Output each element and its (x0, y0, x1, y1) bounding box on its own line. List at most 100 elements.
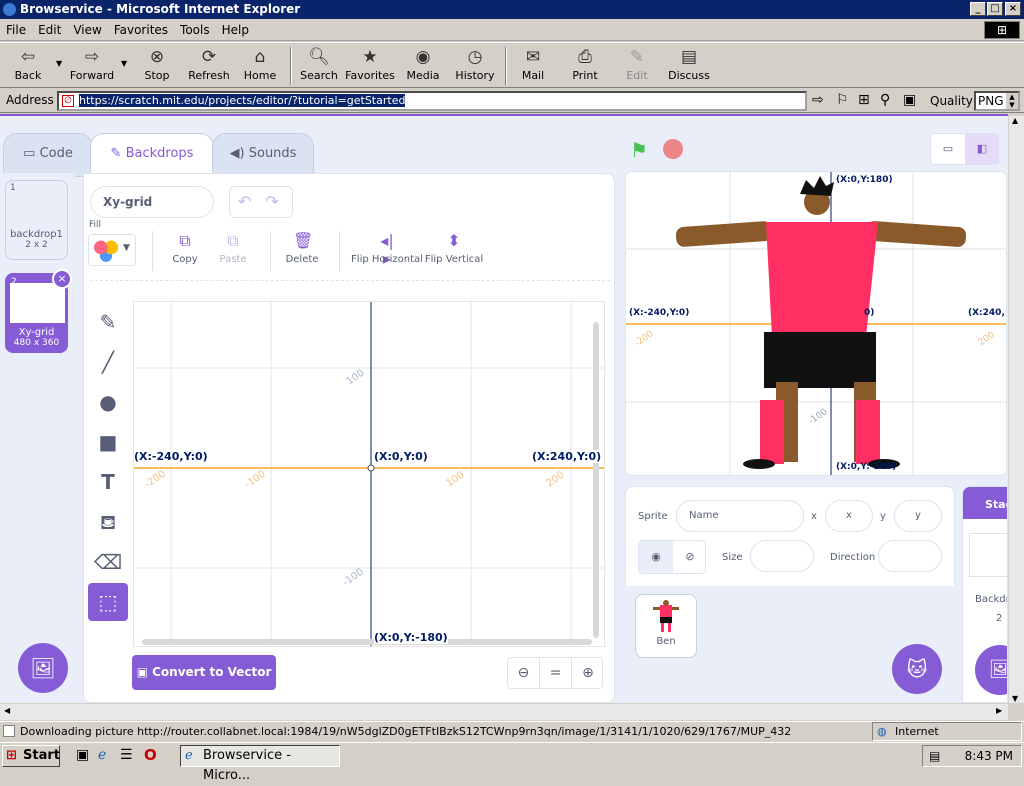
fill-tool[interactable]: ⛾ (88, 503, 128, 541)
edit-button[interactable]: ✎ Edit (611, 47, 663, 82)
menu-edit[interactable]: Edit (32, 19, 67, 41)
bookmark-icon[interactable]: ⚐ (836, 92, 849, 108)
costume-name-input[interactable]: Xy-grid (90, 186, 214, 218)
search-button[interactable]: 🔍︎ Search (293, 47, 345, 82)
quicklaunch-opera-icon[interactable]: O (144, 746, 157, 764)
ben-sprite-icon (653, 600, 679, 632)
backdrop-thumb-1[interactable]: 1 backdrop1 2 x 2 (5, 180, 68, 260)
green-flag-icon[interactable]: ⚑ (630, 138, 648, 162)
spin-icon[interactable]: ▲ ▼ (1006, 93, 1018, 109)
backdrop-thumb-2[interactable]: 2 Xy-grid 480 x 360 × (5, 269, 72, 353)
stage[interactable]: (X:0,Y:180) (X:-240,Y:0) 0) (X:240, (X:0… (625, 171, 1007, 476)
back-dropdown-icon[interactable]: ▼ (56, 59, 62, 68)
line-tool[interactable]: ╱ (88, 343, 128, 381)
find-icon[interactable]: ⚲ (880, 92, 890, 108)
maximize-button[interactable]: □ (987, 2, 1003, 16)
history-button[interactable]: ◷ History (449, 47, 501, 82)
eraser-tool[interactable]: ⌫ (88, 543, 128, 581)
delete-backdrop-icon[interactable]: × (52, 269, 72, 289)
redo-icon[interactable]: ↷ (251, 192, 278, 211)
print-button[interactable]: ⎙ Print (559, 47, 611, 82)
start-button[interactable]: ⊞ Start (2, 745, 60, 767)
paint-bucket-icon: ⛾ (99, 510, 117, 534)
sprite-name-input[interactable]: Name (676, 500, 804, 532)
home-button[interactable]: ⌂ Home (234, 47, 286, 82)
quicklaunch-desktop-icon[interactable]: ▣ (76, 747, 89, 763)
menu-file[interactable]: File (0, 19, 32, 41)
tab-sounds[interactable]: ◀) Sounds (212, 133, 314, 177)
direction-input[interactable] (878, 540, 942, 572)
tab-code[interactable]: ▭ Code (3, 133, 93, 177)
text-tool[interactable]: T (88, 463, 128, 501)
delete-button[interactable]: 🗑︎ Delete (272, 232, 332, 266)
choose-stage-backdrop-button[interactable]: 🖼︎ (975, 645, 1007, 695)
large-stage-icon[interactable]: ◧ (965, 134, 999, 164)
menu-favorites[interactable]: Favorites (108, 19, 174, 41)
stage-size-toggle: ▭ ◧ (930, 133, 999, 165)
paint-canvas[interactable]: (X:-240,Y:0) (X:0,Y:0) (X:240,Y:0) (X:0,… (133, 301, 605, 647)
close-button[interactable]: × (1005, 2, 1021, 16)
y-label: y (880, 511, 886, 522)
small-stage-icon[interactable]: ▭ (931, 134, 965, 164)
forward-button[interactable]: ⇨ Forward (66, 47, 118, 82)
tab-backdrops[interactable]: ✎ Backdrops (90, 133, 214, 177)
hide-eye-icon[interactable]: ⊘ (673, 541, 707, 573)
quicklaunch-explorer-icon[interactable]: ☰ (120, 747, 133, 763)
select-tool[interactable]: ⬚ (88, 583, 128, 621)
stage-selector[interactable]: Stag Backdr 2 🖼︎ (962, 486, 1008, 703)
choose-backdrop-button[interactable]: 🖼︎ (18, 643, 68, 693)
stop-button[interactable]: ⊗ Stop (131, 47, 183, 82)
choose-sprite-button[interactable]: 🐱︎ (892, 644, 942, 694)
paste-button[interactable]: ⧉ Paste (203, 232, 263, 266)
horizontal-scrollbar[interactable]: ◀ ▶ (0, 703, 1008, 720)
y-input[interactable]: y (894, 500, 942, 532)
rectangle-tool[interactable]: ■ (88, 423, 128, 461)
scroll-left-icon[interactable]: ◀ (4, 706, 10, 715)
forward-dropdown-icon[interactable]: ▼ (121, 59, 127, 68)
menu-view[interactable]: View (67, 19, 107, 41)
zoom-in-icon[interactable]: ⊕ (572, 658, 604, 688)
go-arrow-icon[interactable]: ⇨ (812, 92, 824, 108)
clipboard-icon[interactable]: ▣ (903, 92, 916, 108)
quicklaunch-ie-icon[interactable]: ℯ (98, 747, 106, 763)
ie-icon (3, 3, 16, 16)
scroll-down-icon[interactable]: ▼ (1012, 694, 1018, 703)
status-bar: Downloading picture http://router.collab… (0, 721, 1024, 741)
scroll-right-icon[interactable]: ▶ (996, 706, 1002, 715)
undo-icon[interactable]: ↶ (230, 192, 251, 211)
quality-select[interactable]: PNG ▲ ▼ (974, 91, 1020, 111)
vertical-scrollbar[interactable]: ▲ ▼ (1008, 116, 1024, 703)
taskbar-item-browser[interactable]: ℯ Browservice - Micro... (180, 745, 340, 783)
address-input[interactable]: ∅ https://scratch.mit.edu/projects/edito… (57, 91, 807, 111)
menu-tools[interactable]: Tools (174, 19, 216, 41)
zoom-out-icon[interactable]: ⊖ (508, 658, 540, 688)
discuss-button[interactable]: ▤ Discuss (663, 47, 715, 82)
convert-to-vector-button[interactable]: ▣ Convert to Vector (132, 655, 276, 690)
media-button[interactable]: ◉ Media (397, 47, 449, 82)
flip-vertical-button[interactable]: ⬍ Flip Vertical (424, 232, 484, 266)
scroll-up-icon[interactable]: ▲ (1012, 116, 1018, 125)
menu-help[interactable]: Help (216, 19, 255, 41)
flip-horizontal-button[interactable]: ◂|▸ Flip Horizontal (348, 232, 426, 268)
ie-task-icon: ℯ (185, 748, 193, 763)
minimize-button[interactable]: _ (970, 2, 986, 16)
stage-label-center: 0) (864, 308, 875, 318)
brush-tool[interactable]: ✎ (88, 303, 128, 341)
circle-tool[interactable]: ● (88, 383, 128, 421)
show-eye-icon[interactable]: ◉ (639, 541, 673, 573)
favorites-button[interactable]: ★ Favorites (344, 47, 396, 82)
fill-color-picker[interactable]: ▼ (88, 234, 136, 266)
x-input[interactable]: x (825, 500, 873, 532)
size-input[interactable] (750, 540, 814, 572)
back-button[interactable]: ⇦ Back (2, 47, 54, 82)
network-icon[interactable]: ▤ (929, 746, 940, 766)
zoom-reset-button[interactable]: = (540, 658, 572, 688)
stop-sign-icon[interactable] (663, 139, 683, 159)
sprite-thumb-ben[interactable]: Ben (635, 594, 697, 658)
mail-button[interactable]: ✉ Mail (507, 47, 559, 82)
windows-flag-icon: ⊞ (6, 748, 17, 763)
zoom-icon[interactable]: ⊞ (858, 92, 870, 108)
refresh-button[interactable]: ⟳ Refresh (183, 47, 235, 82)
history-icon: ◷ (467, 47, 483, 67)
canvas-label-center: (X:0,Y:0) (374, 450, 428, 463)
